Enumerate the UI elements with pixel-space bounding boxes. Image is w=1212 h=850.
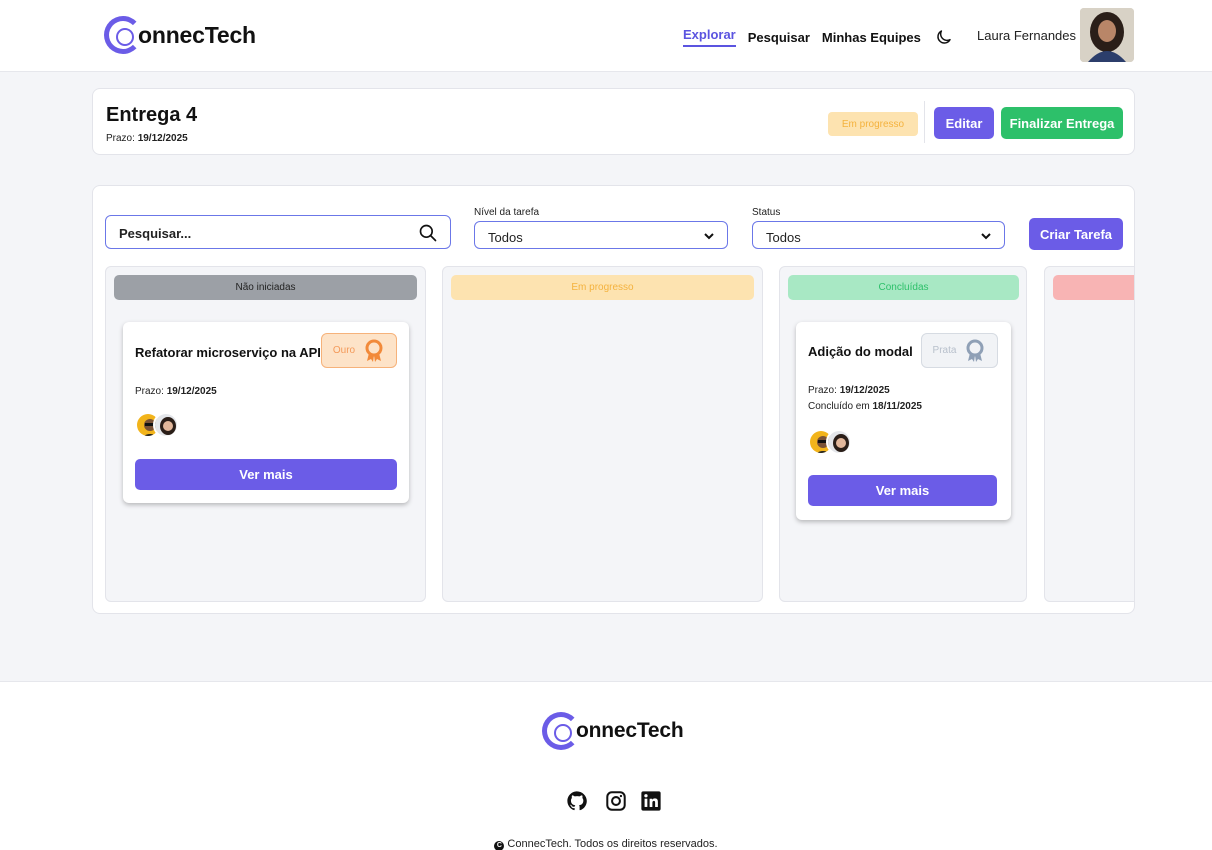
task-completed-date: Concluído em 18/11/2025 [808,401,922,412]
medal-badge: Ouro [321,333,397,368]
brand-logo[interactable]: onnecTech [104,16,256,54]
column-header [1053,275,1134,300]
connectech-mini-icon: C [494,841,505,850]
column-header: Não iniciadas [114,275,417,300]
linkedin-icon[interactable] [640,790,662,812]
logo-icon [104,16,142,54]
user-avatar[interactable] [1080,8,1134,62]
column-header: Em progresso [451,275,754,300]
status-select[interactable]: Todos [752,221,1005,249]
chevron-down-icon [704,233,714,240]
medal-badge: Prata [921,333,998,368]
create-task-button[interactable]: Criar Tarefa [1029,218,1123,250]
github-icon[interactable] [566,790,588,812]
task-card[interactable]: Refatorar microserviço na API Ouro Prazo… [123,322,409,503]
divider [924,101,925,143]
user-name[interactable]: Laura Fernandes [977,28,1076,43]
task-assignees[interactable] [808,429,852,455]
main-nav: Explorar Pesquisar Minhas Equipes [683,27,953,47]
entrega-header-card: Entrega 4 Prazo: 19/12/2025 Em progresso… [92,88,1135,155]
medal-icon [966,339,984,362]
column-cancelled [1044,266,1134,602]
logo-icon [542,712,580,750]
task-board: Pesquisar... Nível da tarefa Todos Statu… [92,185,1135,614]
task-title: Refatorar microserviço na API [135,345,321,360]
column-not-started: Não iniciadas Refatorar microserviço na … [105,266,426,602]
search-placeholder: Pesquisar... [119,226,192,241]
brand-name: onnecTech [138,21,256,48]
view-more-button[interactable]: Ver mais [808,475,997,506]
task-assignees[interactable] [135,412,179,438]
nav-minhas-equipes[interactable]: Minhas Equipes [822,30,921,45]
finish-delivery-button[interactable]: Finalizar Entrega [1001,107,1123,139]
footer-divider [0,681,1212,682]
search-icon[interactable] [418,223,438,243]
brand-name: onnecTech [576,719,684,742]
search-input[interactable]: Pesquisar... [105,215,451,249]
entrega-status-badge: Em progresso [828,112,918,136]
column-in-progress: Em progresso [442,266,763,602]
footer-logo[interactable]: onnecTech [542,712,684,750]
top-header: onnecTech Explorar Pesquisar Minhas Equi… [0,0,1212,72]
chevron-down-icon [981,233,991,240]
copyright-text: C ConnecTech. Todos os direitos reservado… [0,838,1212,850]
task-deadline: Prazo: 19/12/2025 [135,386,217,397]
entrega-deadline: Prazo: 19/12/2025 [106,133,188,144]
task-card[interactable]: Adição do modal Prata Prazo: 19/12/2025 … [796,322,1011,520]
column-header: Concluídas [788,275,1019,300]
status-label: Status [752,207,781,218]
task-level-label: Nível da tarefa [474,207,540,218]
assignee-avatar[interactable] [153,412,179,438]
task-deadline: Prazo: 19/12/2025 [808,385,890,396]
dark-mode-moon-icon[interactable] [935,28,953,46]
assignee-avatar[interactable] [826,429,852,455]
task-title: Adição do modal [808,344,913,359]
view-more-button[interactable]: Ver mais [135,459,397,490]
nav-pesquisar[interactable]: Pesquisar [748,30,810,45]
entrega-title: Entrega 4 [106,104,198,126]
task-level-select[interactable]: Todos [474,221,728,249]
edit-button[interactable]: Editar [934,107,994,139]
nav-explorar[interactable]: Explorar [683,27,736,47]
medal-icon [365,339,383,362]
instagram-icon[interactable] [605,790,627,812]
column-completed: Concluídas Adição do modal Prata Prazo: … [779,266,1027,602]
